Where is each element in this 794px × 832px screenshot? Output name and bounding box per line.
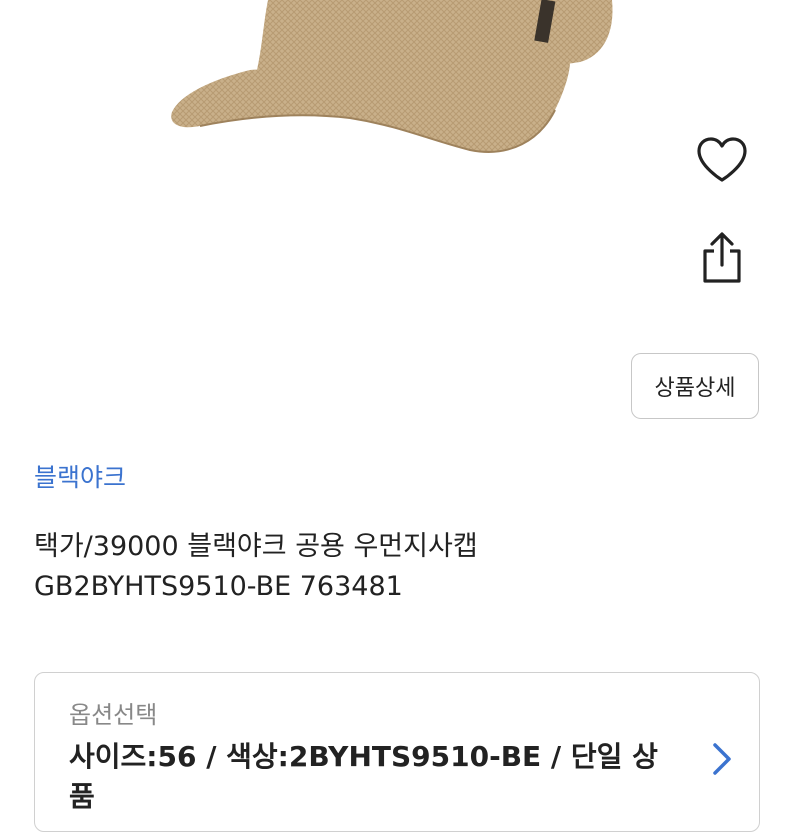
product-detail-button[interactable]: 상품상세	[631, 353, 759, 419]
product-image	[171, 0, 613, 153]
option-label: 옵션선택	[69, 701, 158, 729]
heart-icon	[697, 137, 747, 182]
share-button[interactable]	[690, 226, 754, 290]
product-title-line2: GB2BYHTS9510-BE 763481	[34, 571, 403, 602]
share-icon	[703, 232, 741, 283]
option-select[interactable]: 옵션선택 사이즈:56 / 색상:2BYHTS9510-BE / 단일 상품	[34, 672, 760, 832]
product-title-line1: 택가/39000 블랙야크 공용 우먼지사캡	[34, 531, 478, 562]
chevron-right-icon	[713, 743, 731, 775]
product-title: 택가/39000 블랙야크 공용 우먼지사캡 GB2BYHTS9510-BE 7…	[34, 527, 754, 607]
wishlist-button[interactable]	[690, 128, 754, 192]
brand-link[interactable]: 블랙야크	[34, 458, 126, 494]
option-selected-value: 사이즈:56 / 색상:2BYHTS9510-BE / 단일 상품	[69, 740, 658, 813]
